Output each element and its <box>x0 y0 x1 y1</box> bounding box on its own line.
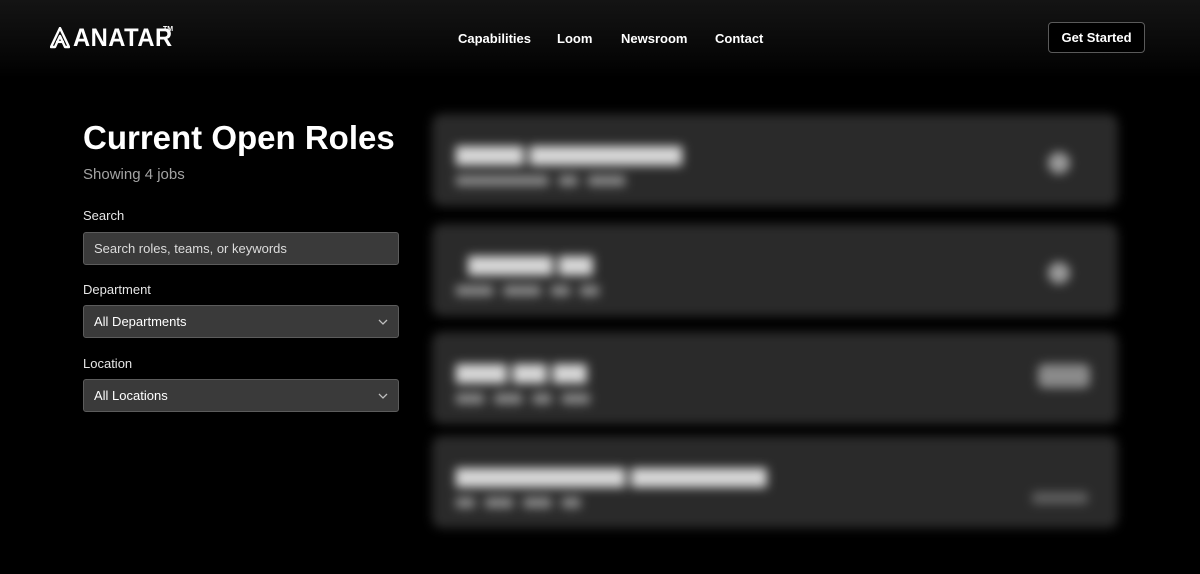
nav-capabilities[interactable]: Capabilities <box>458 30 531 48</box>
job-list: ▆▆▆▆ ▆▆▆▆▆▆▆▆▆ ▆▆▆▆▆▆▆▆▆▆ · ▆▆ · ▆▆▆▆ ▆▆… <box>432 110 1122 530</box>
job-card[interactable]: ▆▆▆▆▆▆▆▆▆▆ ▆▆▆▆▆▆▆▆ ▆▆ · ▆▆▆ · ▆▆▆ · ▆▆ <box>432 436 1118 528</box>
job-badge-icon <box>1048 262 1070 284</box>
location-value: All Locations <box>94 388 168 403</box>
job-meta-obscured: ▆▆▆▆▆▆▆▆▆▆ · ▆▆ · ▆▆▆▆ <box>456 172 625 186</box>
location-label: Location <box>83 356 133 371</box>
job-title-obscured: ▆▆▆▆ ▆▆▆▆▆▆▆▆▆ <box>456 140 683 165</box>
job-title-obscured: ▆▆▆▆▆▆▆▆▆▆ ▆▆▆▆▆▆▆▆ <box>456 462 767 487</box>
search-label: Search <box>83 208 125 223</box>
main-nav: Capabilities Loom Newsroom Contact <box>0 30 1200 48</box>
department-value: All Departments <box>94 314 187 329</box>
department-label: Department <box>83 282 151 297</box>
page-title: Current Open Roles <box>83 119 395 156</box>
job-meta-obscured: ▆▆ · ▆▆▆ · ▆▆▆ · ▆▆ <box>456 494 581 508</box>
nav-loom[interactable]: Loom <box>557 30 592 48</box>
job-title-obscured: ▆▆▆▆▆ ▆▆ <box>456 250 593 275</box>
careers-page: ANATAR TM Capabilities Loom Newsroom Con… <box>0 0 1200 574</box>
job-badge-icon <box>1048 152 1070 174</box>
job-meta-obscured: ▆▆▆ · ▆▆▆ · ▆▆ · ▆▆▆ <box>456 390 590 404</box>
location-select[interactable]: All Locations <box>83 379 399 412</box>
job-card[interactable]: ▆▆▆▆ ▆▆▆▆▆▆▆▆▆ ▆▆▆▆▆▆▆▆▆▆ · ▆▆ · ▆▆▆▆ <box>432 114 1118 206</box>
get-started-button[interactable]: Get Started <box>1048 22 1145 53</box>
job-tag-obscured <box>1038 364 1090 388</box>
chevron-down-icon <box>378 393 388 399</box>
nav-contact[interactable]: Contact <box>715 30 763 48</box>
search-input[interactable] <box>83 232 399 265</box>
job-card[interactable]: ▆▆▆▆▆ ▆▆ ▆▆▆▆ · ▆▆▆▆ · ▆▆ · ▆▆ <box>432 224 1118 316</box>
job-title-obscured: ▆▆▆ ▆▆ ▆▆ <box>456 358 587 383</box>
job-meta-obscured: ▆▆▆▆ · ▆▆▆▆ · ▆▆ · ▆▆ <box>456 282 599 296</box>
site-header: ANATAR TM Capabilities Loom Newsroom Con… <box>0 0 1200 78</box>
job-tag-obscured <box>1032 492 1088 504</box>
nav-newsroom[interactable]: Newsroom <box>621 30 687 48</box>
department-select[interactable]: All Departments <box>83 305 399 338</box>
chevron-down-icon <box>378 319 388 325</box>
job-count: Showing 4 jobs <box>83 166 185 183</box>
job-card[interactable]: ▆▆▆ ▆▆ ▆▆ ▆▆▆ · ▆▆▆ · ▆▆ · ▆▆▆ <box>432 332 1118 424</box>
